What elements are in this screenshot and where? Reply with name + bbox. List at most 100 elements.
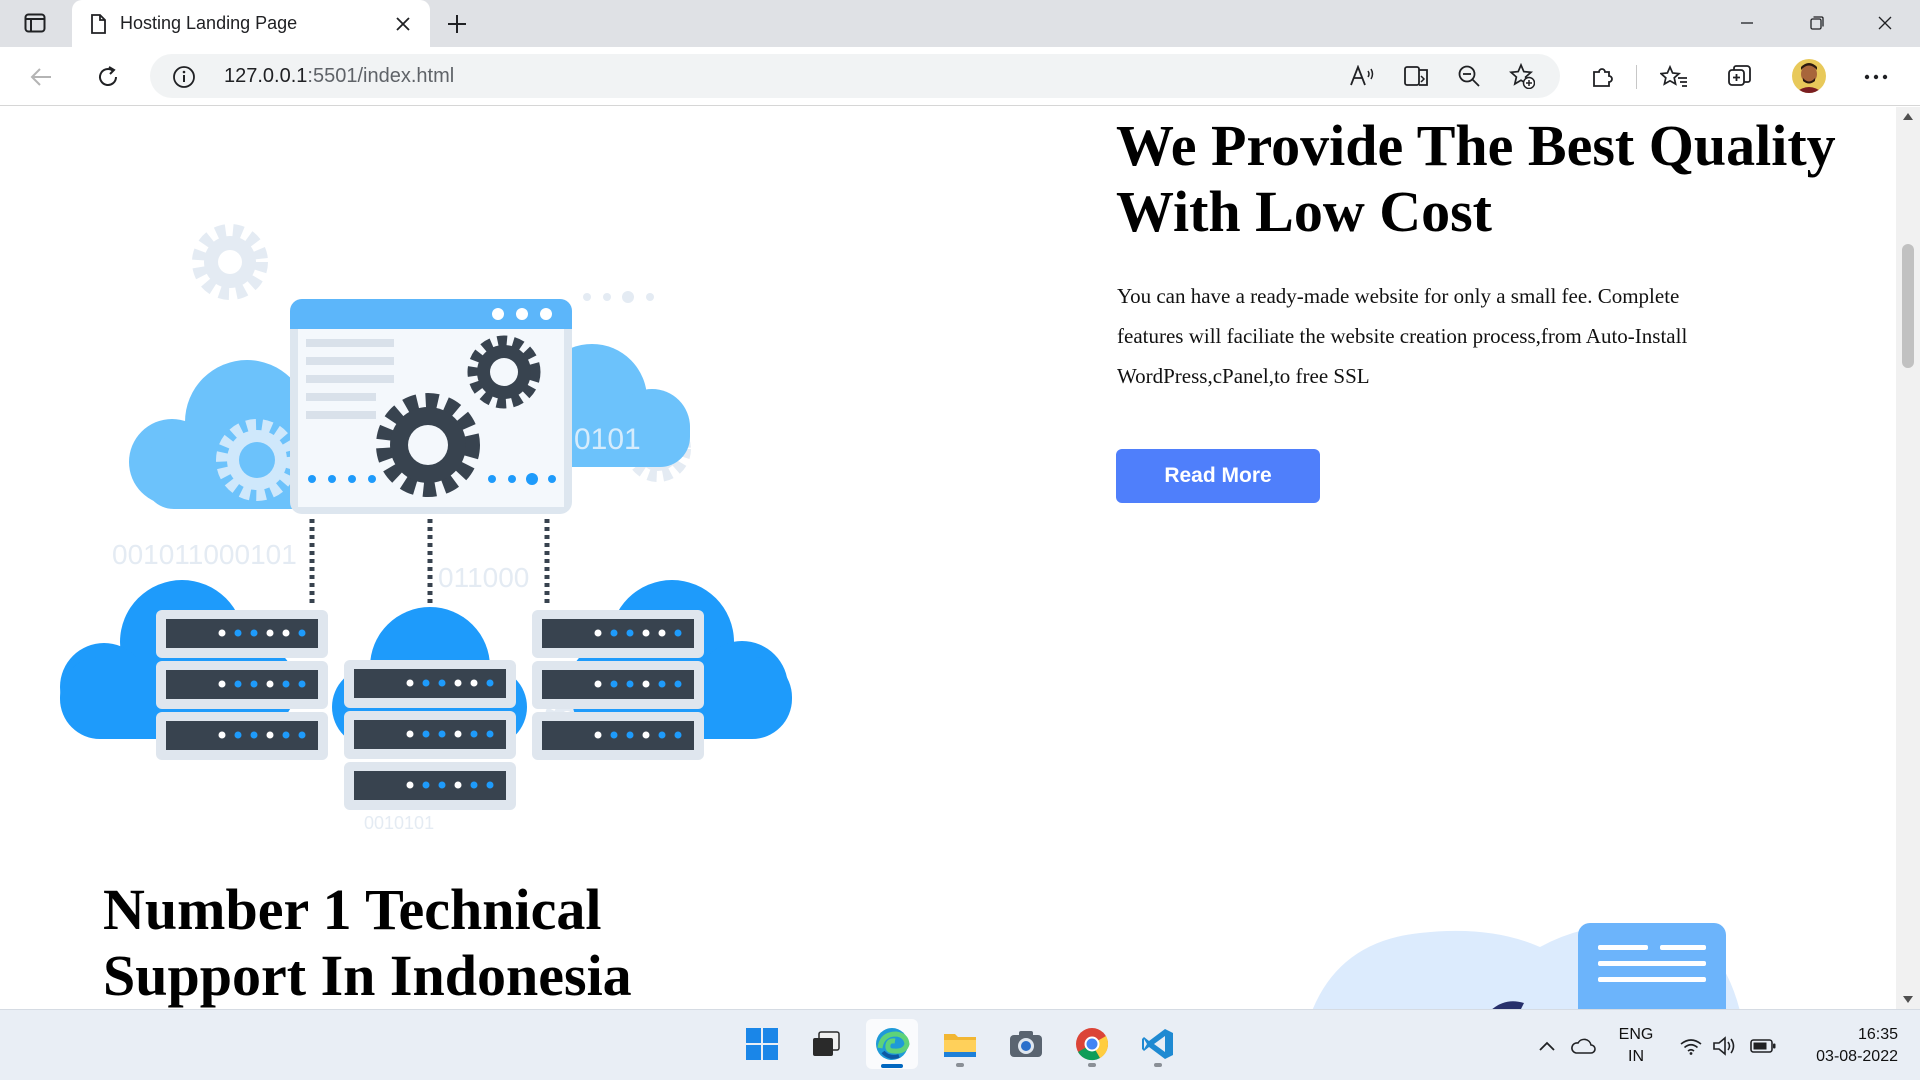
region-code: IN	[1628, 1048, 1644, 1065]
page-scrollbar[interactable]	[1896, 107, 1920, 1009]
cloud-icon	[1571, 1038, 1596, 1054]
taskbar-file-explorer[interactable]	[934, 1019, 986, 1069]
scroll-thumb[interactable]	[1902, 244, 1914, 368]
hero-heading: We Provide The Best Quality With Low Cos…	[1116, 113, 1836, 244]
zoom-out-icon	[1458, 65, 1480, 87]
read-aloud-button[interactable]	[1345, 59, 1379, 93]
page-viewport: 0101 001011000101 011000 0010101 We Prov…	[0, 107, 1896, 1009]
taskbar-chrome[interactable]	[1066, 1019, 1118, 1069]
running-indicator	[956, 1063, 964, 1067]
info-icon	[173, 66, 195, 88]
settings-menu-button[interactable]	[1858, 59, 1894, 95]
profile-avatar[interactable]	[1792, 59, 1826, 93]
binary-text-1: 0101	[574, 423, 641, 456]
refresh-button[interactable]	[90, 59, 126, 95]
immersive-reader-button[interactable]	[1400, 59, 1434, 93]
language-code: ENG	[1618, 1026, 1654, 1043]
taskbar-camera[interactable]	[1000, 1019, 1052, 1069]
read-aloud-icon	[1350, 65, 1374, 86]
gear-icon	[192, 224, 268, 300]
camera-icon	[1010, 1031, 1042, 1057]
browser-tab-strip: Hosting Landing Page	[0, 0, 1920, 47]
support-heading: Number 1 Technical Support In Indonesia	[103, 877, 632, 1008]
wifi-icon	[1680, 1039, 1702, 1055]
battery-icon	[1750, 1039, 1776, 1053]
browser-window-graphic	[290, 299, 572, 514]
clock-date: 03-08-2022	[1816, 1048, 1898, 1065]
taskbar-clock[interactable]: 16:35 03-08-2022	[1788, 1024, 1898, 1068]
collections-icon	[1728, 65, 1751, 86]
taskbar-vscode[interactable]	[1132, 1019, 1184, 1069]
task-view-icon	[813, 1031, 840, 1056]
chrome-icon	[1076, 1028, 1109, 1061]
server-rack-right	[532, 610, 704, 760]
url-text[interactable]: 127.0.0.1:5501/index.html	[224, 65, 454, 88]
network-button[interactable]	[1678, 1034, 1704, 1058]
close-icon	[1878, 16, 1892, 30]
add-favorite-button[interactable]	[1505, 59, 1539, 93]
binary-text-3: 011000	[438, 562, 529, 593]
close-window-button[interactable]	[1862, 8, 1908, 38]
binary-text-4: 0010101	[364, 813, 434, 833]
chevron-up-icon	[1539, 1041, 1555, 1051]
hero-description: You can have a ready-made website for on…	[1117, 284, 1688, 388]
puzzle-icon	[1593, 68, 1613, 87]
url-host: 127.0.0.1	[224, 65, 308, 87]
tab-close-button[interactable]	[392, 13, 414, 35]
plus-icon	[448, 15, 466, 33]
more-dots-icon	[1864, 74, 1888, 80]
page-document-icon	[91, 13, 106, 34]
server-rack-left	[156, 610, 328, 760]
url-path: :5501/index.html	[307, 65, 455, 87]
vscode-icon	[1142, 1029, 1173, 1059]
immersive-reader-icon	[1404, 66, 1428, 86]
active-tab[interactable]: Hosting Landing Page	[72, 0, 430, 47]
active-indicator	[881, 1064, 903, 1068]
profile-avatar-image	[1792, 59, 1826, 93]
read-more-button[interactable]: Read More	[1116, 449, 1320, 503]
onedrive-button[interactable]	[1570, 1034, 1596, 1058]
server-rack-center	[344, 660, 516, 810]
input-language-indicator[interactable]: ENG IN	[1614, 1024, 1658, 1068]
battery-button[interactable]	[1750, 1034, 1776, 1058]
windows-logo-icon	[746, 1028, 778, 1060]
arrow-left-icon	[30, 68, 51, 86]
collections-button[interactable]	[1722, 59, 1758, 95]
task-view-button[interactable]	[800, 1019, 852, 1069]
minimize-button[interactable]	[1724, 8, 1770, 38]
taskbar-edge[interactable]	[866, 1019, 918, 1069]
volume-button[interactable]	[1712, 1034, 1738, 1058]
clock-time: 16:35	[1857, 1026, 1898, 1043]
support-illustration	[1312, 923, 1740, 1009]
running-indicator	[1154, 1063, 1162, 1067]
tab-actions-button[interactable]	[14, 8, 56, 38]
tab-actions-icon	[24, 13, 46, 33]
scroll-down-arrow[interactable]	[1903, 996, 1913, 1003]
running-indicator	[1088, 1063, 1096, 1067]
minimize-icon	[1741, 22, 1753, 24]
binary-text-2: 001011000101	[112, 539, 297, 570]
back-button[interactable]	[23, 59, 59, 95]
favorites-icon	[1660, 65, 1687, 87]
new-tab-button[interactable]	[442, 9, 472, 39]
windows-taskbar: ENG IN 16:35 03-08-2022	[0, 1009, 1920, 1080]
folder-icon	[944, 1034, 976, 1057]
address-bar[interactable]: 127.0.0.1:5501/index.html	[150, 54, 1560, 98]
refresh-icon	[99, 66, 117, 86]
restore-icon	[1810, 16, 1824, 30]
zoom-button[interactable]	[1452, 59, 1486, 93]
star-add-icon	[1509, 63, 1535, 89]
speaker-icon	[1713, 1036, 1735, 1056]
extensions-button[interactable]	[1584, 59, 1620, 95]
tab-title: Hosting Landing Page	[120, 13, 298, 33]
browser-toolbar: 127.0.0.1:5501/index.html	[0, 47, 1920, 106]
show-hidden-icons-button[interactable]	[1534, 1034, 1560, 1058]
toolbar-separator	[1636, 65, 1637, 89]
restore-button[interactable]	[1794, 8, 1840, 38]
favorites-button[interactable]	[1656, 59, 1692, 95]
cloud-hosting-illustration: 0101 001011000101 011000 0010101	[60, 224, 792, 833]
start-button[interactable]	[736, 1019, 788, 1069]
close-icon	[396, 17, 410, 31]
edge-icon	[876, 1028, 910, 1060]
scroll-up-arrow[interactable]	[1903, 113, 1913, 120]
